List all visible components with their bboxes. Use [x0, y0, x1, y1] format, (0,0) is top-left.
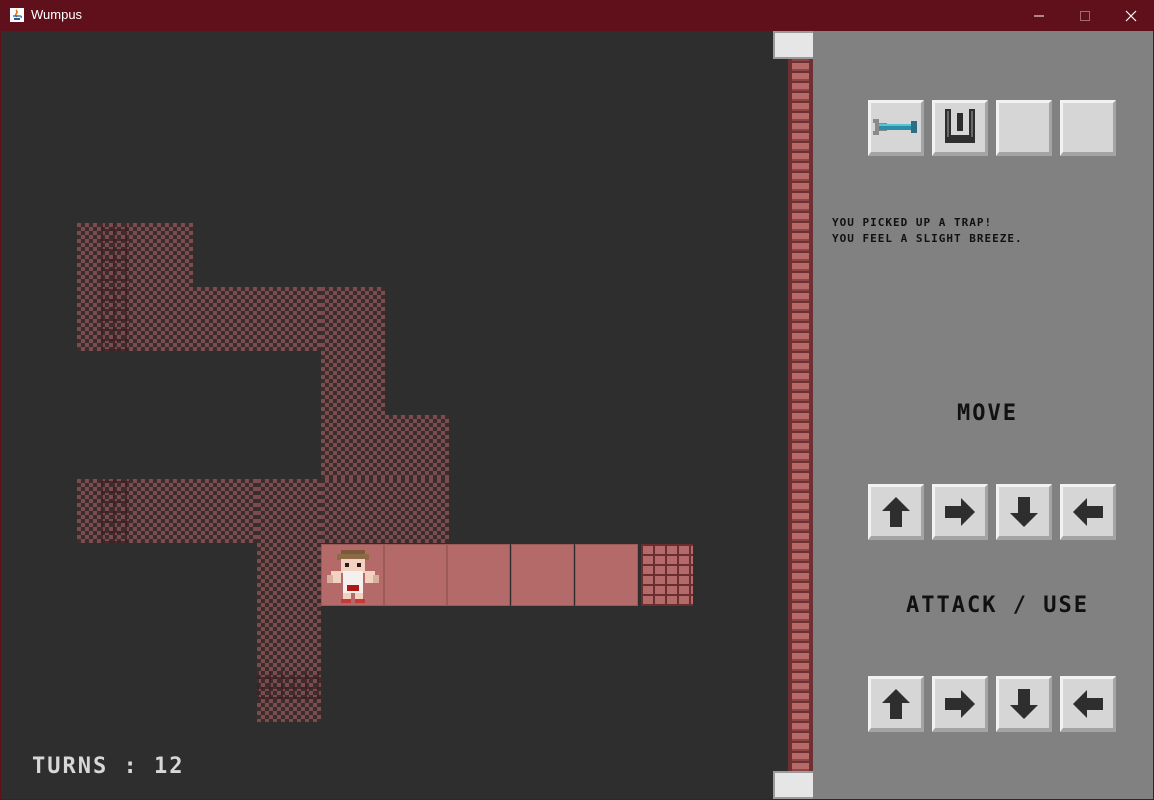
arrow-down-icon [1010, 688, 1038, 719]
brick-wall [641, 544, 693, 606]
attack-down-button[interactable] [996, 676, 1052, 732]
move-label: MOVE [957, 401, 1018, 426]
dim-wall [257, 671, 321, 699]
player-character [327, 550, 379, 603]
move-up-button[interactable] [868, 484, 924, 540]
inventory-slot-empty[interactable] [996, 100, 1052, 156]
move-down-button[interactable] [996, 484, 1052, 540]
maximize-icon [1080, 10, 1090, 21]
lit-room-tile [511, 544, 574, 606]
dim-wall [101, 223, 129, 351]
arrow-left-icon [1073, 497, 1103, 526]
minimize-button[interactable] [1016, 0, 1062, 31]
window-title: Wumpus [31, 7, 83, 22]
attack-right-button[interactable] [932, 676, 988, 732]
close-icon [1125, 10, 1137, 21]
arrow-right-icon [945, 689, 975, 718]
game-map: TURNS : 12 [1, 31, 787, 799]
arrow-up-icon [882, 688, 910, 719]
trap-icon [945, 109, 975, 143]
attack-use-label: ATTACK / USE [906, 593, 1089, 618]
lit-room-tile [384, 544, 447, 606]
message-line: YOU FEEL A SLIGHT BREEZE. [832, 232, 1023, 245]
close-button[interactable] [1108, 0, 1154, 31]
arrow-icon [873, 119, 917, 135]
arrow-right-icon [945, 497, 975, 526]
attack-up-button[interactable] [868, 676, 924, 732]
lit-room-tile [447, 544, 510, 606]
title-bar: Wumpus [0, 0, 1154, 31]
inventory-slot-trap[interactable] [932, 100, 988, 156]
arrow-up-icon [882, 496, 910, 527]
maximize-button[interactable] [1062, 0, 1108, 31]
inventory-slot-empty[interactable] [1060, 100, 1116, 156]
arrow-left-icon [1073, 689, 1103, 718]
java-app-icon [10, 8, 24, 22]
move-left-button[interactable] [1060, 484, 1116, 540]
divider-pillar [788, 31, 813, 799]
inventory-slot-arrow[interactable] [868, 100, 924, 156]
arrow-down-icon [1010, 496, 1038, 527]
lit-room-tile [575, 544, 638, 606]
attack-left-button[interactable] [1060, 676, 1116, 732]
turns-counter: TURNS : 12 [32, 754, 185, 779]
dim-wall [101, 479, 129, 543]
minimize-icon [1034, 15, 1044, 16]
move-right-button[interactable] [932, 484, 988, 540]
message-line: YOU PICKED UP A TRAP! [832, 216, 993, 229]
